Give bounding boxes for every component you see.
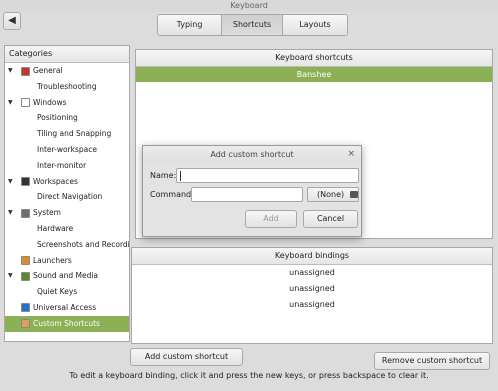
- category-label: System: [33, 208, 61, 218]
- category-label: Sound and Media: [33, 271, 99, 281]
- dialog-title: Add custom shortcut: [210, 150, 294, 159]
- category-item-launchers[interactable]: Launchers: [5, 253, 129, 269]
- category-item-universal-access[interactable]: Universal Access: [5, 300, 129, 316]
- custom-shortcuts-icon: [21, 319, 30, 329]
- expander-icon[interactable]: ▼: [8, 63, 13, 79]
- close-icon[interactable]: ×: [347, 146, 355, 163]
- folder-icon: [349, 191, 358, 198]
- shortcut-row-banshee[interactable]: Banshee: [136, 67, 492, 82]
- category-label: Launchers: [33, 255, 72, 265]
- file-chooser-label: (None): [317, 190, 345, 199]
- category-label: Inter-workspace: [37, 144, 97, 154]
- sound-media-icon: [21, 271, 30, 281]
- windows-icon: [21, 98, 30, 108]
- command-label: Command:: [150, 190, 194, 199]
- binding-row-3[interactable]: unassigned: [132, 297, 492, 313]
- category-label: Tiling and Snapping: [37, 129, 112, 139]
- expander-icon[interactable]: ▼: [8, 95, 13, 111]
- dialog-cancel-button[interactable]: Cancel: [303, 210, 358, 228]
- back-button[interactable]: ◀: [3, 12, 21, 30]
- tab-layouts[interactable]: Layouts: [283, 15, 347, 35]
- category-label: Universal Access: [33, 302, 97, 312]
- binding-row-2[interactable]: unassigned: [132, 281, 492, 297]
- category-item-screenshots-and-recording[interactable]: Screenshots and Recording: [5, 237, 129, 253]
- category-label: Troubleshooting: [37, 81, 97, 91]
- dialog-title-bar: Add custom shortcut ×: [143, 146, 361, 163]
- category-item-troubleshooting[interactable]: Troubleshooting: [5, 79, 129, 95]
- keyboard-bindings-panel: Keyboard bindings unassigned unassigned …: [131, 247, 493, 344]
- arrow-left-icon: ◀: [8, 15, 16, 26]
- universal-access-icon: [21, 303, 30, 313]
- category-label: Inter-monitor: [37, 160, 87, 170]
- name-label: Name:: [150, 171, 177, 180]
- categories-panel: Categories ▼ General Troubleshooting ▼ Windo…: [4, 45, 130, 342]
- category-item-custom-shortcuts[interactable]: Custom Shortcuts: [5, 315, 129, 332]
- category-item-system[interactable]: ▼ System: [5, 205, 129, 221]
- remove-custom-shortcut-button[interactable]: Remove custom shortcut: [374, 352, 490, 370]
- category-item-hardware[interactable]: Hardware: [5, 221, 129, 237]
- system-icon: [21, 208, 30, 218]
- keyboard-shortcuts-header: Keyboard shortcuts: [136, 50, 492, 67]
- command-file-chooser-button[interactable]: (None): [307, 187, 359, 202]
- category-item-positioning[interactable]: Positioning: [5, 110, 129, 126]
- tab-typing[interactable]: Typing: [158, 15, 222, 35]
- launchers-icon: [21, 256, 30, 266]
- category-label: Windows: [33, 97, 67, 107]
- category-label: Custom Shortcuts: [33, 318, 100, 328]
- category-label: Positioning: [37, 113, 78, 123]
- expander-icon[interactable]: ▼: [8, 174, 13, 190]
- binding-row-1[interactable]: unassigned: [132, 265, 492, 281]
- tab-bar: Typing Shortcuts Layouts: [157, 14, 348, 36]
- category-label: Quiet Keys: [37, 287, 78, 297]
- add-custom-shortcut-dialog: Add custom shortcut × Name: Command: (No…: [142, 145, 362, 237]
- keyboard-bindings-header: Keyboard bindings: [132, 248, 492, 265]
- category-item-inter-workspace[interactable]: Inter-workspace: [5, 142, 129, 158]
- expander-icon[interactable]: ▼: [8, 268, 13, 284]
- category-item-workspaces[interactable]: ▼ Workspaces: [5, 174, 129, 190]
- category-item-quiet-keys[interactable]: Quiet Keys: [5, 284, 129, 300]
- category-item-tiling-and-snapping[interactable]: Tiling and Snapping: [5, 126, 129, 142]
- category-label: Direct Navigation: [37, 192, 103, 202]
- window-title: Keyboard: [230, 1, 268, 10]
- category-item-general[interactable]: ▼ General: [5, 63, 129, 79]
- category-label: Workspaces: [33, 176, 78, 186]
- dialog-add-button[interactable]: Add: [245, 210, 297, 228]
- command-input[interactable]: [191, 187, 303, 202]
- name-input[interactable]: [176, 168, 359, 183]
- categories-header: Categories: [5, 46, 129, 63]
- workspaces-icon: [21, 177, 30, 187]
- category-item-windows[interactable]: ▼ Windows: [5, 95, 129, 111]
- expander-icon[interactable]: ▼: [8, 205, 13, 221]
- add-custom-shortcut-button[interactable]: Add custom shortcut: [130, 348, 243, 366]
- category-item-sound-and-media[interactable]: ▼ Sound and Media: [5, 268, 129, 284]
- category-label: Screenshots and Recording: [37, 239, 129, 249]
- categories-list: ▼ General Troubleshooting ▼ Windows Positioni…: [5, 63, 129, 332]
- category-label: Hardware: [37, 223, 74, 233]
- tab-shortcuts[interactable]: Shortcuts: [222, 15, 283, 35]
- category-item-inter-monitor[interactable]: Inter-monitor: [5, 158, 129, 174]
- title-bar: Keyboard: [0, 0, 498, 12]
- category-item-direct-navigation[interactable]: Direct Navigation: [5, 189, 129, 205]
- general-icon: [21, 66, 30, 76]
- category-label: General: [33, 66, 63, 75]
- hint-text: To edit a keyboard binding, click it and…: [69, 371, 429, 380]
